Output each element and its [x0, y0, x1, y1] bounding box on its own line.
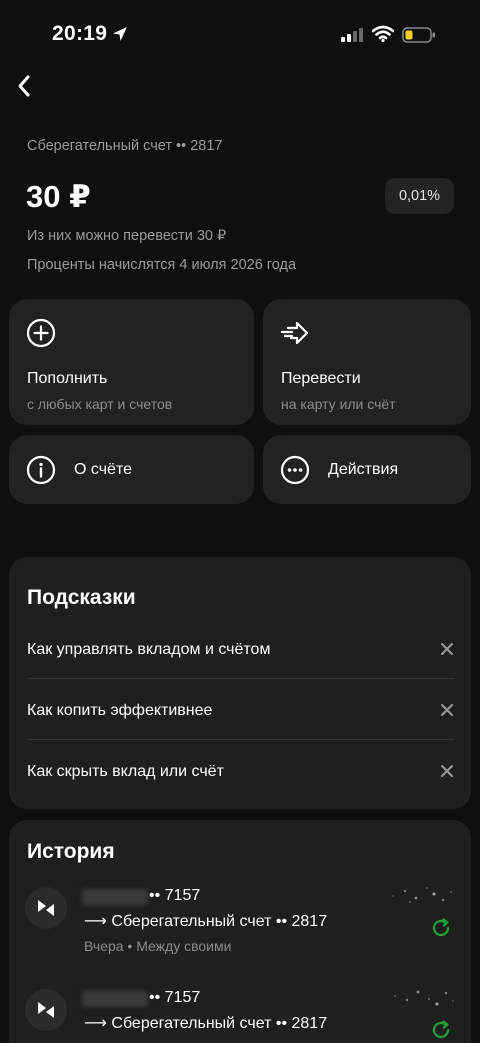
hints-title: Подсказки	[27, 586, 136, 609]
more-dots-icon	[280, 455, 310, 485]
close-icon[interactable]	[440, 703, 454, 717]
info-circle-icon	[26, 455, 56, 485]
destination-account: ⟶ Сберегательный счет •• 2817	[84, 1015, 328, 1032]
plus-circle-icon	[26, 318, 56, 348]
refresh-icon	[432, 1020, 450, 1039]
history-item[interactable]: •• 7157 ⟶ Сберегательный счет •• 2817	[9, 989, 471, 1043]
transfer-avatar	[25, 887, 67, 929]
hint-item[interactable]: Как управлять вкладом и счётом	[27, 619, 454, 680]
transfer-avatar	[25, 989, 67, 1031]
account-balance: 30 ₽	[26, 179, 91, 214]
close-icon[interactable]	[440, 642, 454, 656]
history-section: История •• 7157 ⟶ Сберегательный счет ••…	[9, 820, 471, 1043]
about-account-card[interactable]: О счёте	[9, 435, 254, 504]
close-icon[interactable]	[440, 764, 454, 778]
interest-rate-badge[interactable]: 0,01%	[385, 178, 454, 214]
status-bar: 20:19	[0, 0, 480, 70]
hint-divider	[27, 678, 454, 679]
transaction-meta: Вчера • Между своими	[84, 938, 232, 954]
swap-arrows-icon	[38, 900, 54, 916]
hint-label: Как управлять вкладом и счётом	[27, 641, 271, 658]
hint-label: Как скрыть вклад или счёт	[27, 763, 224, 780]
transfer-subtitle: на карту или счёт	[281, 396, 396, 412]
hint-label: Как копить эффективнее	[27, 702, 213, 719]
history-item[interactable]: •• 7157 ⟶ Сберегательный счет •• 2817 Вч…	[9, 887, 471, 977]
account-name: Сберегательный счет •• 2817	[27, 138, 223, 154]
history-title: История	[27, 840, 115, 863]
source-account-suffix: •• 7157	[149, 989, 201, 1006]
chevron-left-icon	[18, 75, 30, 97]
refresh-icon	[432, 918, 450, 937]
status-time: 20:19	[52, 22, 108, 45]
more-actions-title: Действия	[328, 461, 399, 478]
wifi-icon	[372, 25, 394, 43]
top-up-subtitle: с любых карт и счетов	[27, 396, 173, 412]
location-arrow-icon	[113, 27, 127, 41]
transfer-available-text: Из них можно перевести 30 ₽	[27, 228, 227, 244]
redacted-source-name	[82, 889, 148, 905]
back-button[interactable]	[10, 70, 38, 102]
redacted-source-name	[82, 991, 148, 1007]
transfer-title: Перевести	[281, 370, 361, 387]
arrow-right-icon	[280, 321, 309, 345]
more-actions-card[interactable]: Действия	[263, 435, 471, 504]
source-account-suffix: •• 7157	[149, 887, 201, 904]
redacted-amount	[394, 990, 454, 1006]
destination-account: ⟶ Сберегательный счет •• 2817	[84, 913, 328, 930]
signal-icon	[341, 28, 363, 42]
interest-date-text: Проценты начислятся 4 июля 2026 года	[27, 257, 297, 273]
top-up-title: Пополнить	[27, 370, 108, 387]
about-account-title: О счёте	[74, 461, 132, 478]
hint-divider	[27, 739, 454, 740]
redacted-amount	[392, 887, 452, 903]
hint-item[interactable]: Как копить эффективнее	[27, 680, 454, 741]
hints-section: Подсказки Как управлять вкладом и счётом…	[9, 557, 471, 809]
hint-item[interactable]: Как скрыть вклад или счёт	[27, 741, 454, 802]
swap-arrows-icon	[38, 1002, 54, 1018]
top-up-card[interactable]: Пополнить с любых карт и счетов	[9, 299, 254, 425]
battery-icon	[402, 27, 435, 43]
transfer-card[interactable]: Перевести на карту или счёт	[263, 299, 471, 425]
